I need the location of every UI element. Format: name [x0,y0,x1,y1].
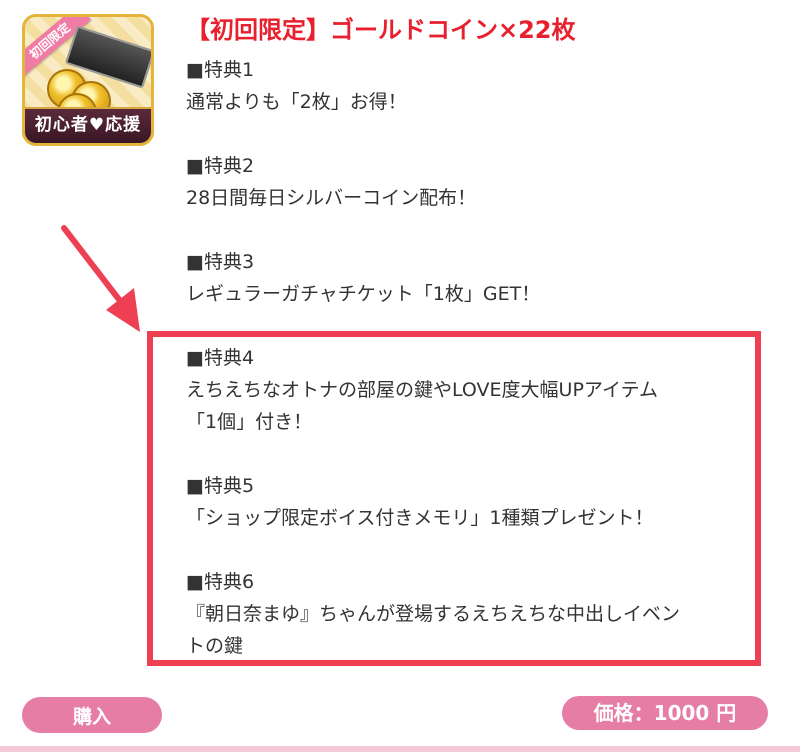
benefit-item: ■特典1 通常よりも「2枚」お得！ [186,54,766,118]
benefit-item: ■特典3 レギュラーガチャチケット「1枚」GET！ [186,246,766,310]
shop-item-card: 初回限定 初心者♥応援 【初回限定】ゴールドコイン×22枚 ■特典1 通常よりも… [0,0,800,752]
benefit-text: 通常よりも「2枚」お得！ [186,91,407,113]
product-thumbnail: 初回限定 初心者♥応援 [22,14,154,146]
thumbnail-band: 初心者♥応援 [25,107,151,143]
benefit-heading: ■特典3 [186,251,255,273]
benefit-heading: ■特典2 [186,155,255,177]
divider [0,746,800,752]
highlight-box [147,331,761,666]
buy-button[interactable]: 購入 [22,697,162,733]
benefit-text: レギュラーガチャチケット「1枚」GET！ [186,283,541,305]
benefit-item: ■特典2 28日間毎日シルバーコイン配布！ [186,150,766,214]
product-title: 【初回限定】ゴールドコイン×22枚 [186,16,576,44]
benefit-heading: ■特典1 [186,59,255,81]
price-badge: 価格：1000 円 [562,696,768,730]
benefit-text: 28日間毎日シルバーコイン配布！ [186,187,477,209]
arrow-icon [61,225,140,332]
